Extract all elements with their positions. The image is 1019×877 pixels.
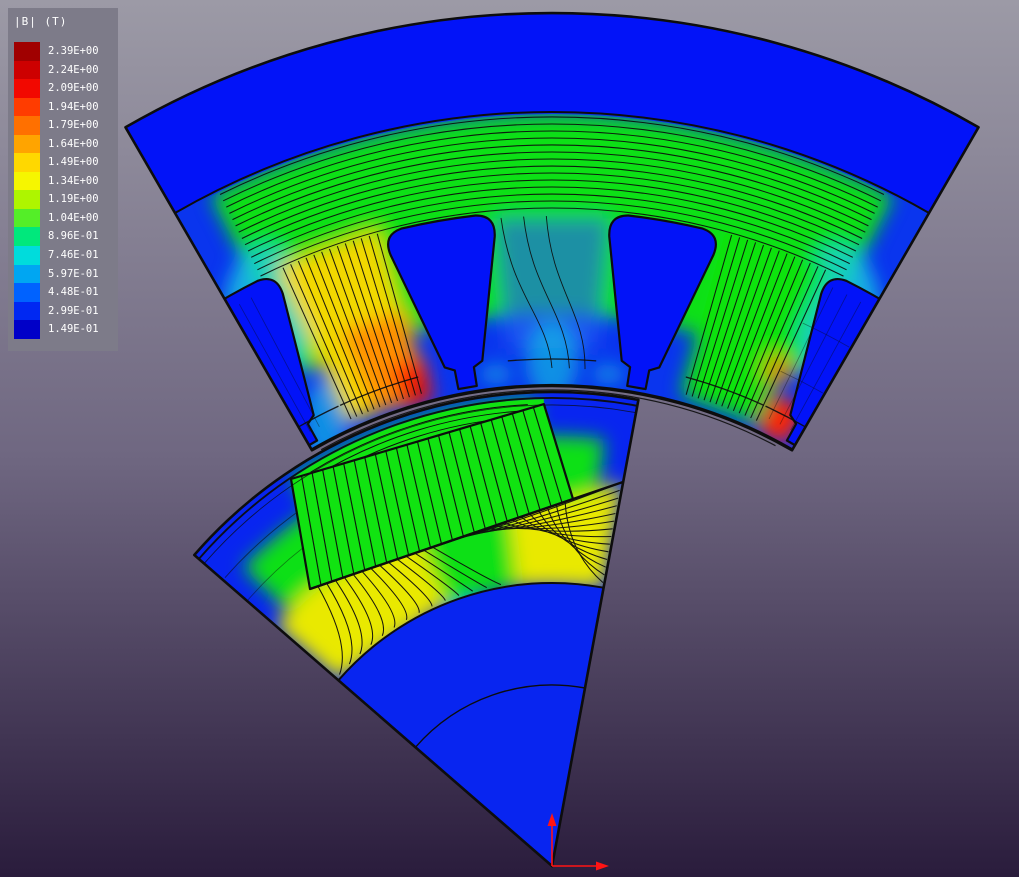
legend-level-label: 8.96E-01	[48, 227, 99, 246]
legend-level-label: 1.64E+00	[48, 135, 99, 154]
legend-level-label: 7.46E-01	[48, 246, 99, 265]
legend-color-segment	[14, 227, 40, 246]
legend-level-label: 2.39E+00	[48, 42, 99, 61]
legend-level-label: 2.24E+00	[48, 61, 99, 80]
legend-color-segment	[14, 116, 40, 135]
legend-level-label: 4.48E-01	[48, 283, 99, 302]
legend-level-label: 5.97E-01	[48, 265, 99, 284]
legend-colorbar	[14, 42, 40, 339]
legend-panel[interactable]: |B| (T) 2.39E+002.24E+002.09E+001.94E+00…	[8, 8, 118, 351]
legend-level-label: 1.94E+00	[48, 98, 99, 117]
field-plot[interactable]	[0, 0, 1019, 877]
legend-level-label: 1.49E-01	[48, 320, 99, 339]
legend-color-segment	[14, 61, 40, 80]
legend-level-label: 1.49E+00	[48, 153, 99, 172]
legend-title: |B| (T)	[14, 15, 114, 42]
legend-color-segment	[14, 320, 40, 339]
field-plot-viewport[interactable]: |B| (T) 2.39E+002.24E+002.09E+001.94E+00…	[0, 0, 1019, 877]
legend-color-segment	[14, 79, 40, 98]
legend-color-segment	[14, 283, 40, 302]
legend-level-label: 1.34E+00	[48, 172, 99, 191]
legend-color-segment	[14, 42, 40, 61]
legend-color-segment	[14, 265, 40, 284]
legend-color-segment	[14, 246, 40, 265]
legend-level-label: 1.19E+00	[48, 190, 99, 209]
legend-level-label: 2.99E-01	[48, 302, 99, 321]
legend-color-segment	[14, 153, 40, 172]
legend-color-segment	[14, 302, 40, 321]
legend-level-label: 1.04E+00	[48, 209, 99, 228]
legend-body: 2.39E+002.24E+002.09E+001.94E+001.79E+00…	[14, 42, 114, 339]
legend-color-segment	[14, 172, 40, 191]
legend-level-label: 1.79E+00	[48, 116, 99, 135]
legend-color-segment	[14, 98, 40, 117]
legend-labels: 2.39E+002.24E+002.09E+001.94E+001.79E+00…	[48, 42, 99, 339]
legend-color-segment	[14, 190, 40, 209]
legend-color-segment	[14, 209, 40, 228]
legend-level-label: 2.09E+00	[48, 79, 99, 98]
legend-color-segment	[14, 135, 40, 154]
